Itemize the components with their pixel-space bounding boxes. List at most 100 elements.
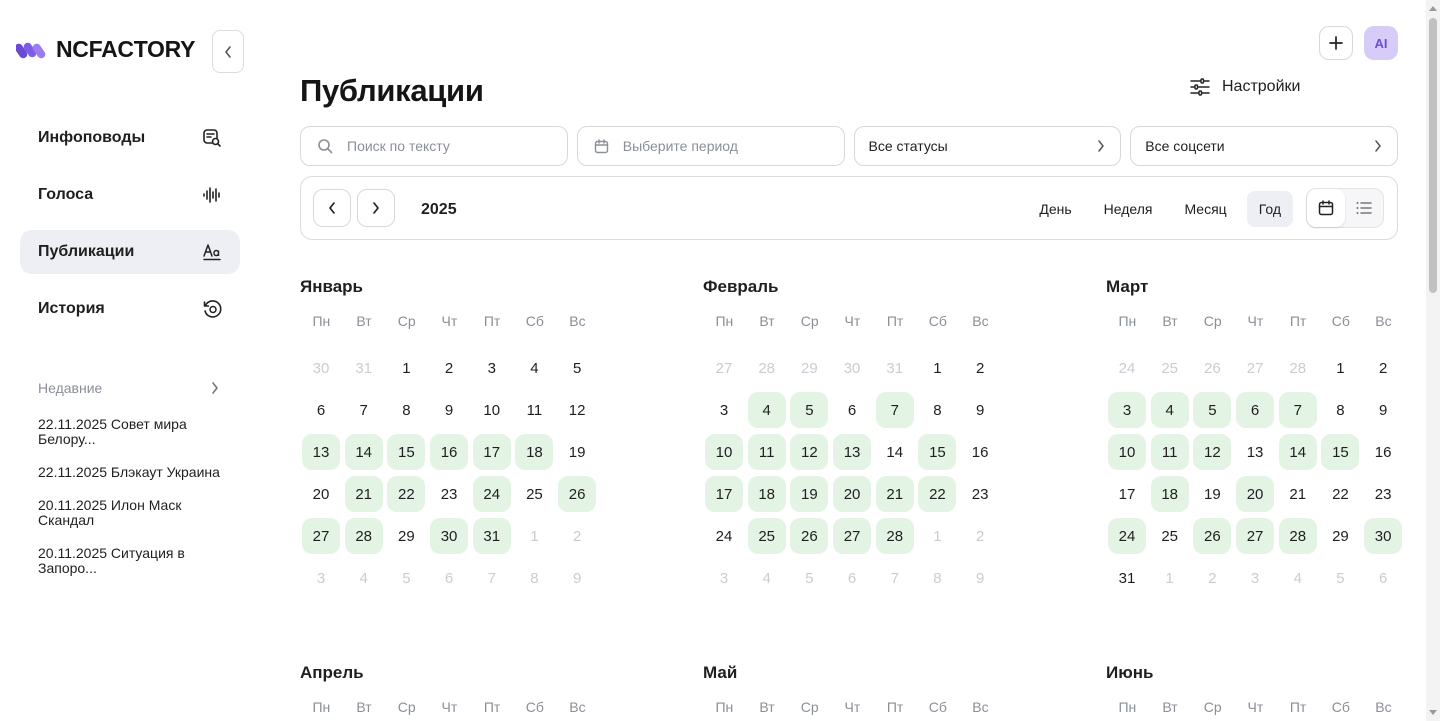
tab-day[interactable]: День — [1027, 191, 1083, 227]
calendar-day-published[interactable]: 31 — [472, 518, 511, 554]
calendar-day-outside[interactable]: 2 — [558, 518, 596, 554]
calendar-day-published[interactable]: 4 — [1150, 392, 1189, 428]
calendar-day-outside[interactable]: 30 — [833, 350, 871, 386]
calendar-day-published[interactable]: 16 — [430, 434, 469, 470]
calendar-day-outside[interactable]: 1 — [1151, 560, 1189, 596]
calendar-day-published[interactable]: 27 — [302, 518, 340, 554]
calendar-day-published[interactable]: 28 — [875, 518, 914, 554]
page-scrollbar[interactable] — [1426, 0, 1440, 721]
calendar-day[interactable]: 2 — [430, 350, 468, 386]
sidebar-item-istoriya[interactable]: История — [20, 287, 240, 331]
calendar-day-published[interactable]: 3 — [1108, 392, 1146, 428]
next-year-button[interactable] — [357, 189, 395, 227]
calendar-day-outside[interactable]: 1 — [918, 518, 956, 554]
tab-month[interactable]: Месяц — [1172, 191, 1238, 227]
calendar-day-published[interactable]: 19 — [790, 476, 829, 512]
calendar-mode-button[interactable] — [1307, 189, 1345, 227]
calendar-day[interactable]: 16 — [1364, 434, 1402, 470]
calendar-day-outside[interactable]: 8 — [918, 560, 956, 596]
tab-year[interactable]: Год — [1246, 191, 1293, 227]
add-button[interactable] — [1319, 26, 1353, 60]
calendar-day-outside[interactable]: 2 — [1193, 560, 1231, 596]
calendar-day[interactable]: 25 — [515, 476, 553, 512]
calendar-day-published[interactable]: 10 — [1108, 434, 1146, 470]
calendar-day-published[interactable]: 15 — [387, 434, 426, 470]
calendar-day-outside[interactable]: 31 — [876, 350, 914, 386]
calendar-day-outside[interactable]: 31 — [345, 350, 383, 386]
calendar-day-published[interactable]: 18 — [747, 476, 786, 512]
calendar-day-published[interactable]: 25 — [747, 518, 786, 554]
calendar-day-published[interactable]: 12 — [1193, 434, 1232, 470]
period-picker[interactable]: Выберите период — [576, 126, 845, 166]
calendar-day[interactable]: 10 — [473, 392, 511, 428]
calendar-day-outside[interactable]: 3 — [1236, 560, 1274, 596]
calendar-day-outside[interactable]: 24 — [1108, 350, 1146, 386]
calendar-day-published[interactable]: 18 — [1150, 476, 1189, 512]
calendar-day-outside[interactable]: 6 — [430, 560, 468, 596]
calendar-day-outside[interactable]: 1 — [515, 518, 553, 554]
logo[interactable]: NCFACTORY — [16, 36, 195, 63]
calendar-day-published[interactable]: 20 — [833, 476, 872, 512]
calendar-day[interactable]: 9 — [961, 392, 999, 428]
recent-item[interactable]: 22.11.2025 Совет мира Белору... — [38, 417, 228, 447]
calendar-day[interactable]: 29 — [387, 518, 425, 554]
recent-header[interactable]: Недавние — [38, 380, 220, 396]
calendar-day-published[interactable]: 7 — [875, 392, 914, 428]
calendar-day-outside[interactable]: 3 — [705, 560, 743, 596]
calendar-day[interactable]: 6 — [302, 392, 340, 428]
calendar-day-published[interactable]: 11 — [747, 434, 786, 470]
calendar-day[interactable]: 25 — [1151, 518, 1189, 554]
calendar-day-published[interactable]: 12 — [790, 434, 829, 470]
prev-year-button[interactable] — [313, 189, 351, 227]
calendar-day-published[interactable]: 22 — [387, 476, 426, 512]
calendar-day-published[interactable]: 18 — [515, 434, 554, 470]
calendar-day-published[interactable]: 10 — [705, 434, 743, 470]
calendar-day[interactable]: 23 — [961, 476, 999, 512]
calendar-day-published[interactable]: 21 — [344, 476, 383, 512]
calendar-day-outside[interactable]: 2 — [961, 518, 999, 554]
recent-item[interactable]: 22.11.2025 Блэкаут Украина — [38, 465, 228, 480]
calendar-day-outside[interactable]: 6 — [1364, 560, 1402, 596]
calendar-day-published[interactable]: 14 — [1278, 434, 1317, 470]
ai-button[interactable]: AI — [1364, 26, 1398, 60]
calendar-day-published[interactable]: 27 — [1236, 518, 1275, 554]
calendar-day[interactable]: 8 — [387, 392, 425, 428]
calendar-day-published[interactable]: 15 — [1321, 434, 1360, 470]
calendar-day[interactable]: 1 — [1321, 350, 1359, 386]
calendar-day[interactable]: 23 — [430, 476, 468, 512]
calendar-day-outside[interactable]: 4 — [748, 560, 786, 596]
calendar-day[interactable]: 19 — [1193, 476, 1231, 512]
calendar-day-outside[interactable]: 6 — [833, 560, 871, 596]
calendar-day-published[interactable]: 28 — [344, 518, 383, 554]
calendar-day-published[interactable]: 24 — [472, 476, 511, 512]
calendar-day-outside[interactable]: 4 — [1279, 560, 1317, 596]
calendar-day-published[interactable]: 11 — [1150, 434, 1189, 470]
calendar-day-outside[interactable]: 27 — [705, 350, 743, 386]
calendar-day[interactable]: 19 — [558, 434, 596, 470]
calendar-day-outside[interactable]: 5 — [1321, 560, 1359, 596]
calendar-day-published[interactable]: 26 — [790, 518, 829, 554]
recent-item[interactable]: 20.11.2025 Илон Маск Скандал — [38, 498, 228, 528]
status-select[interactable]: Все статусы — [853, 126, 1122, 166]
calendar-day[interactable]: 2 — [961, 350, 999, 386]
calendar-day-outside[interactable]: 3 — [302, 560, 340, 596]
calendar-day[interactable]: 13 — [1236, 434, 1274, 470]
calendar-day-published[interactable]: 13 — [833, 434, 872, 470]
calendar-day-outside[interactable]: 5 — [387, 560, 425, 596]
calendar-day-outside[interactable]: 26 — [1193, 350, 1231, 386]
calendar-day[interactable]: 31 — [1108, 560, 1146, 596]
calendar-day[interactable]: 4 — [515, 350, 553, 386]
social-select[interactable]: Все соцсети — [1130, 126, 1398, 166]
calendar-day-published[interactable]: 26 — [558, 476, 597, 512]
calendar-day-published[interactable]: 27 — [833, 518, 872, 554]
calendar-day-published[interactable]: 26 — [1193, 518, 1232, 554]
calendar-day[interactable]: 12 — [558, 392, 596, 428]
calendar-day[interactable]: 6 — [833, 392, 871, 428]
calendar-day[interactable]: 1 — [918, 350, 956, 386]
scroll-thumb[interactable] — [1429, 18, 1437, 293]
calendar-day[interactable]: 14 — [876, 434, 914, 470]
calendar-day-outside[interactable]: 30 — [302, 350, 340, 386]
calendar-day[interactable]: 11 — [515, 392, 553, 428]
calendar-day[interactable]: 17 — [1108, 476, 1146, 512]
calendar-day-outside[interactable]: 7 — [876, 560, 914, 596]
